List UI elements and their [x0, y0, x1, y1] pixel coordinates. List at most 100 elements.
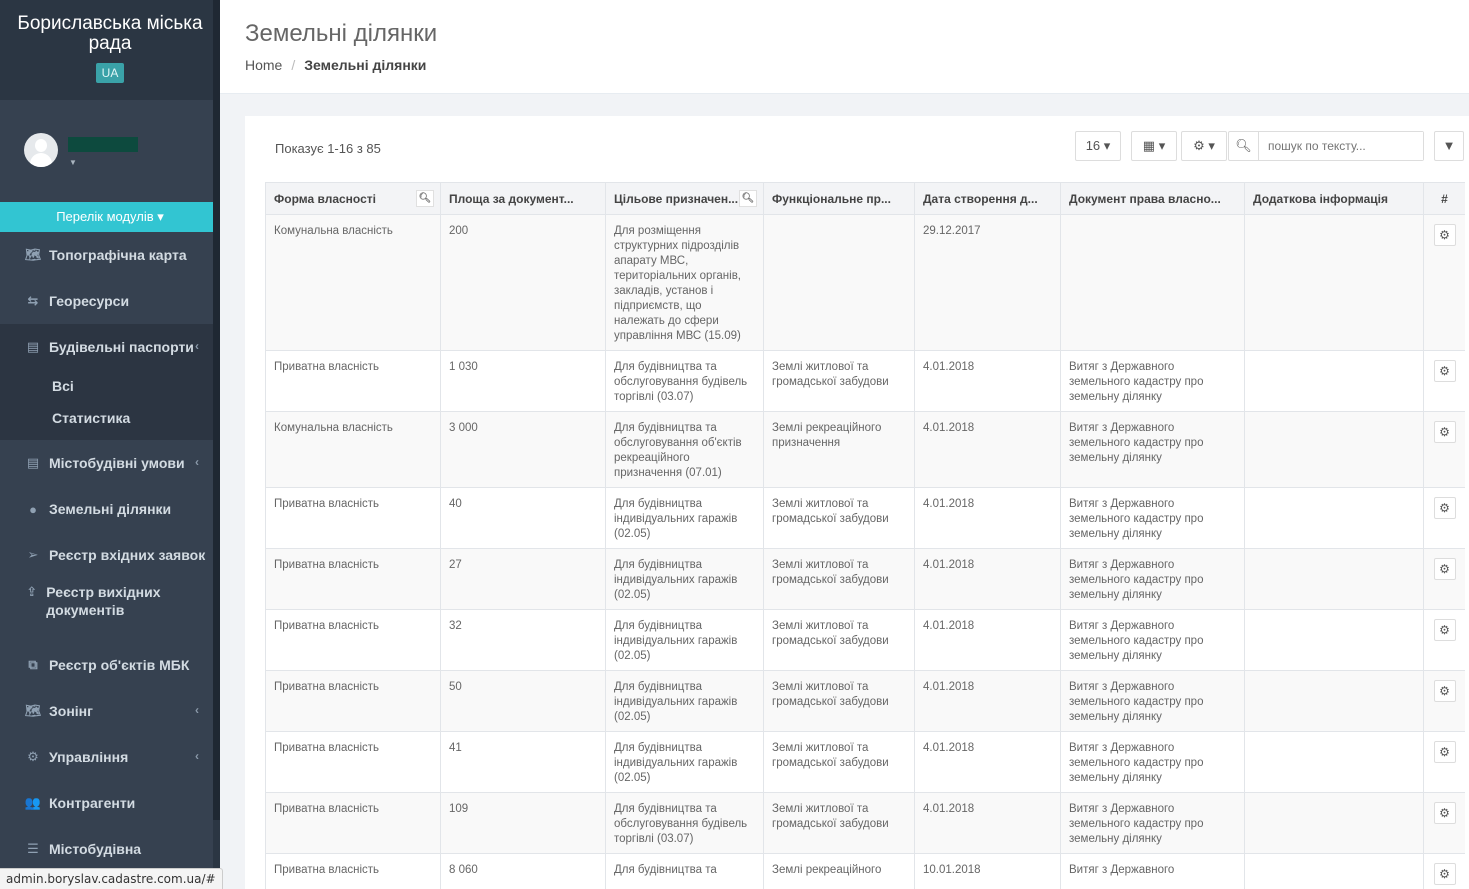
sidebar-item-urban-conditions[interactable]: ▤ Містобудівні умови ‹ — [0, 440, 213, 486]
table-cell: Витяг з Державного земельного кадастру п… — [1060, 731, 1245, 793]
gear-icon[interactable]: ⚙ — [1433, 224, 1456, 246]
table-cell — [1244, 548, 1424, 610]
search-icon[interactable]: 🔍︎ — [416, 190, 434, 207]
gear-icon[interactable]: ⚙ — [1433, 619, 1456, 641]
sidebar-item-building-passports[interactable]: ▤ Будівельні паспорти ‹ — [0, 324, 213, 370]
table-cell: Землі житлової та громадської забудови — [763, 670, 915, 732]
gear-icon[interactable]: ⚙ — [1433, 680, 1456, 702]
gear-icon[interactable]: ⚙ — [1433, 497, 1456, 519]
gear-icon[interactable]: ⚙ — [1433, 741, 1456, 763]
column-header[interactable]: Функціональне пр... — [763, 182, 915, 215]
table-cell — [1244, 214, 1424, 351]
table-row[interactable]: Комунальна власність 3 000 Для будівництва… — [265, 411, 1465, 488]
scrollbar-thumb[interactable] — [213, 0, 220, 820]
table-cell — [1060, 214, 1245, 351]
table-header-row: Форма власності 🔍︎ Площа за документ... Ц… — [265, 182, 1465, 215]
column-header[interactable]: Дата створення д... — [914, 182, 1061, 215]
sidebar-item-management[interactable]: ⚙ Управління ‹ — [0, 734, 213, 780]
gear-icon[interactable]: ⚙ — [1433, 360, 1456, 382]
retweet-icon: ⇆ — [27, 293, 39, 308]
map-icon: 🗺 — [24, 247, 42, 262]
sidebar-item-zoning[interactable]: 🗺 Зонінг ‹ — [0, 688, 213, 734]
chevron-down-icon[interactable]: ▼ — [69, 158, 77, 167]
column-header[interactable]: Документ права власно... — [1060, 182, 1245, 215]
search-icon[interactable]: 🔍︎ — [739, 190, 757, 207]
columns-dropdown[interactable]: ▦ ▾ — [1131, 131, 1177, 161]
row-actions-cell: ⚙ — [1423, 411, 1465, 488]
table-cell — [1244, 853, 1424, 889]
sidebar-item-counterparties[interactable]: 👥 Контрагенти — [0, 780, 213, 826]
table-cell: Землі житлової та громадської забудови — [763, 487, 915, 549]
search-icon[interactable]: 🔍︎ — [1229, 132, 1259, 160]
table-cell: 41 — [440, 731, 606, 793]
sidebar-item-topographic-map[interactable]: 🗺 Топографічна карта — [0, 232, 213, 278]
building-icon: ▤ — [26, 339, 40, 354]
table-cell: Витяг з Державного земельного кадастру п… — [1060, 411, 1245, 488]
table-row[interactable]: Приватна власність 1 030 Для будівництва т… — [265, 350, 1465, 412]
gear-icon[interactable]: ⚙ — [1433, 558, 1456, 580]
page-header: Земельні ділянки Home / Земельні ділянки — [220, 0, 1469, 94]
land-plots-table: Форма власності 🔍︎ Площа за документ... Ц… — [265, 182, 1465, 889]
table-row[interactable]: Комунальна власність 200 Для розміщення ст… — [265, 214, 1465, 351]
page-size-dropdown[interactable]: 16 ▾ — [1075, 131, 1121, 161]
column-header[interactable]: Додаткова інформація — [1244, 182, 1424, 215]
gear-icon[interactable]: ⚙ — [1433, 421, 1456, 443]
avatar[interactable] — [24, 133, 58, 167]
table-cell — [1244, 609, 1424, 671]
table-cell: Витяг з Державного — [1060, 853, 1245, 889]
row-actions-cell: ⚙ — [1423, 487, 1465, 549]
sidebar-item-mbk-objects[interactable]: ⧉ Реєстр об'єктів МБК — [0, 642, 213, 688]
row-actions-cell: ⚙ — [1423, 792, 1465, 854]
table-cell: Приватна власність — [265, 548, 441, 610]
table-row[interactable]: Приватна власність 41 Для будівництва інди… — [265, 731, 1465, 793]
table-cell: 4.01.2018 — [914, 548, 1061, 610]
modules-list-button[interactable]: Перелік модулів ▾ — [0, 202, 220, 232]
submenu-building-passports: Всі Статистика — [0, 370, 213, 440]
table-row[interactable]: Приватна власність 27 Для будівництва інди… — [265, 548, 1465, 610]
app-title: Бориславська міська рада — [17, 13, 203, 54]
column-header[interactable]: Форма власності 🔍︎ — [265, 182, 441, 215]
table-cell: 50 — [440, 670, 606, 732]
filter-button[interactable]: ▼ — [1434, 131, 1464, 161]
breadcrumb-home[interactable]: Home — [245, 57, 282, 73]
sidebar-item-outgoing-documents[interactable]: ⇪ Реєстр вихідних документів — [0, 578, 213, 642]
settings-dropdown[interactable]: ⚙ ▾ — [1181, 131, 1227, 161]
sidebar-scrollbar[interactable] — [213, 0, 220, 889]
submenu-item-statistics[interactable]: Статистика — [0, 402, 213, 434]
table-cell: Землі житлової та громадської забудови — [763, 731, 915, 793]
users-icon: 👥 — [24, 795, 42, 810]
language-badge[interactable]: UA — [95, 63, 125, 83]
pagination-summary: Показує 1-16 з 85 — [275, 141, 381, 156]
submenu-item-all[interactable]: Всі — [0, 370, 213, 402]
gear-icon[interactable]: ⚙ — [1433, 863, 1456, 885]
table-cell — [763, 214, 915, 351]
table-cell: Для будівництва індивідуальних гаражів (… — [605, 731, 764, 793]
table-cell: Для будівництва та обслуговування об'єкт… — [605, 411, 764, 488]
sidebar-item-incoming-requests[interactable]: ➢ Реєстр вхідних заявок — [0, 532, 213, 578]
row-actions-cell: ⚙ — [1423, 670, 1465, 732]
column-header[interactable]: Цільове призначен... 🔍︎ — [605, 182, 764, 215]
table-cell: 32 — [440, 609, 606, 671]
sidebar-menu: 🗺 Топографічна карта ⇆ Георесурси ▤ Будівел… — [0, 232, 213, 872]
table-row[interactable]: Приватна власність 32 Для будівництва інди… — [265, 609, 1465, 671]
gear-icon[interactable]: ⚙ — [1433, 802, 1456, 824]
sidebar-item-georesources[interactable]: ⇆ Георесурси — [0, 278, 213, 324]
table-cell: Землі рекреаційного — [763, 853, 915, 889]
table-cell: Приватна власність — [265, 609, 441, 671]
table-row[interactable]: Приватна власність 109 Для будівництва та … — [265, 792, 1465, 854]
search-input[interactable] — [1259, 132, 1423, 160]
table-cell: Землі житлової та громадської забудови — [763, 548, 915, 610]
table-row[interactable]: Приватна власність 50 Для будівництва інди… — [265, 670, 1465, 732]
object-group-icon: ⧉ — [28, 657, 38, 672]
sidebar-item-land-plots[interactable]: ● Земельні ділянки — [0, 486, 213, 532]
sidebar-item-urban[interactable]: ☰ Містобудівна — [0, 826, 213, 872]
cogs-icon: ⚙ — [27, 749, 39, 764]
table-row[interactable]: Приватна власність 8 060 Для будівництва т… — [265, 853, 1465, 889]
table-row[interactable]: Приватна власність 40 Для будівництва інди… — [265, 487, 1465, 549]
table-cell: Для будівництва та — [605, 853, 764, 889]
table-cell — [1244, 670, 1424, 732]
user-panel[interactable]: ▼ — [0, 100, 220, 200]
table-cell: Комунальна власність — [265, 214, 441, 351]
column-header[interactable]: Площа за документ... — [440, 182, 606, 215]
user-name-redacted[interactable] — [68, 137, 138, 152]
